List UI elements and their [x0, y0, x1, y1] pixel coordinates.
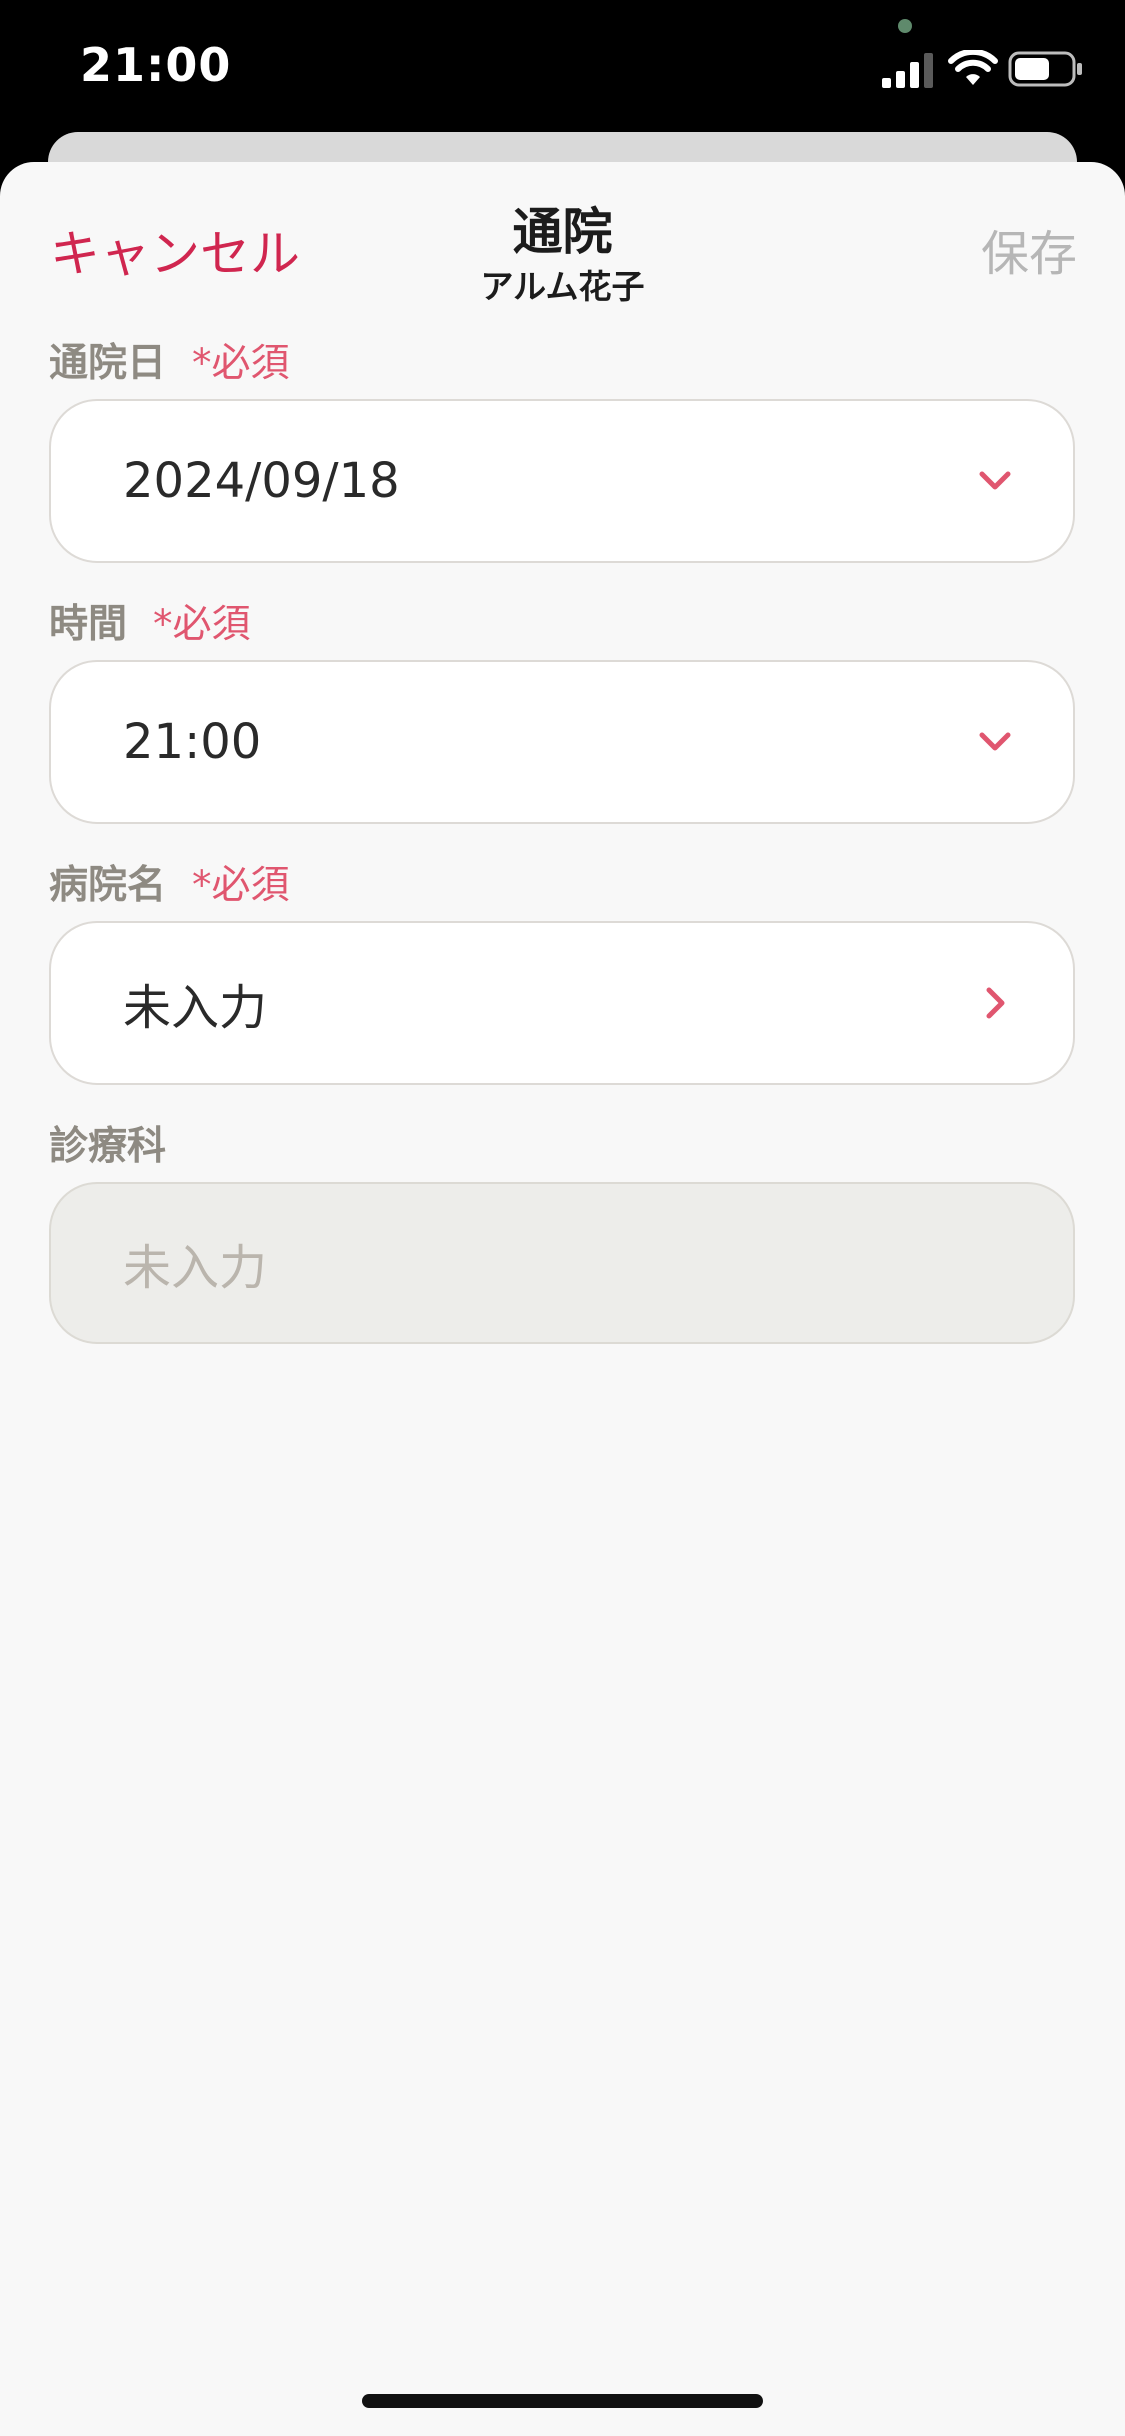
page-subtitle: アルム花子 [480, 267, 645, 306]
visit-time-field[interactable]: 21:00 [49, 660, 1075, 824]
visit-date-label-text: 通院日 [49, 341, 167, 386]
visit-time-label: 時間 *必須 [49, 593, 251, 649]
battery-icon [1008, 51, 1082, 87]
wifi-icon [948, 50, 998, 85]
chevron-down-icon [979, 471, 1011, 490]
status-time: 21:00 [80, 38, 232, 92]
visit-date-field[interactable]: 2024/09/18 [49, 399, 1075, 563]
hospital-name-value: 未入力 [123, 980, 268, 1036]
visit-time-label-text: 時間 [49, 602, 128, 647]
visit-time-value: 21:00 [123, 714, 262, 770]
hospital-name-field[interactable]: 未入力 [49, 921, 1075, 1085]
nav-bar: キャンセル 通院 アルム花子 保存 [0, 162, 1125, 322]
camera-indicator-icon [898, 19, 912, 33]
status-bar: 21:00 [0, 0, 1125, 140]
chevron-down-icon [979, 732, 1011, 751]
department-label-text: 診療科 [49, 1124, 167, 1169]
department-label: 診療科 [49, 1115, 166, 1171]
department-field[interactable]: 未入力 [49, 1182, 1075, 1344]
home-indicator[interactable] [362, 2394, 763, 2408]
chevron-right-icon [986, 987, 1005, 1019]
department-placeholder: 未入力 [123, 1240, 268, 1296]
required-mark: *必須 [153, 602, 251, 647]
required-mark: *必須 [192, 341, 290, 386]
screen: 21:00 キャンセル 通院 アルム花子 保存 通院日 *必須 2024/09/… [0, 0, 1125, 2436]
signal-icon [882, 53, 933, 88]
required-mark: *必須 [192, 863, 290, 908]
page-title: 通院 [512, 203, 613, 261]
save-button[interactable]: 保存 [981, 214, 1077, 284]
hospital-name-label-text: 病院名 [49, 863, 167, 908]
hospital-name-label: 病院名 *必須 [49, 854, 290, 910]
visit-date-label: 通院日 *必須 [49, 332, 290, 388]
visit-form-sheet: キャンセル 通院 アルム花子 保存 通院日 *必須 2024/09/18 時間 *必… [0, 162, 1125, 2436]
visit-date-value: 2024/09/18 [123, 453, 400, 509]
